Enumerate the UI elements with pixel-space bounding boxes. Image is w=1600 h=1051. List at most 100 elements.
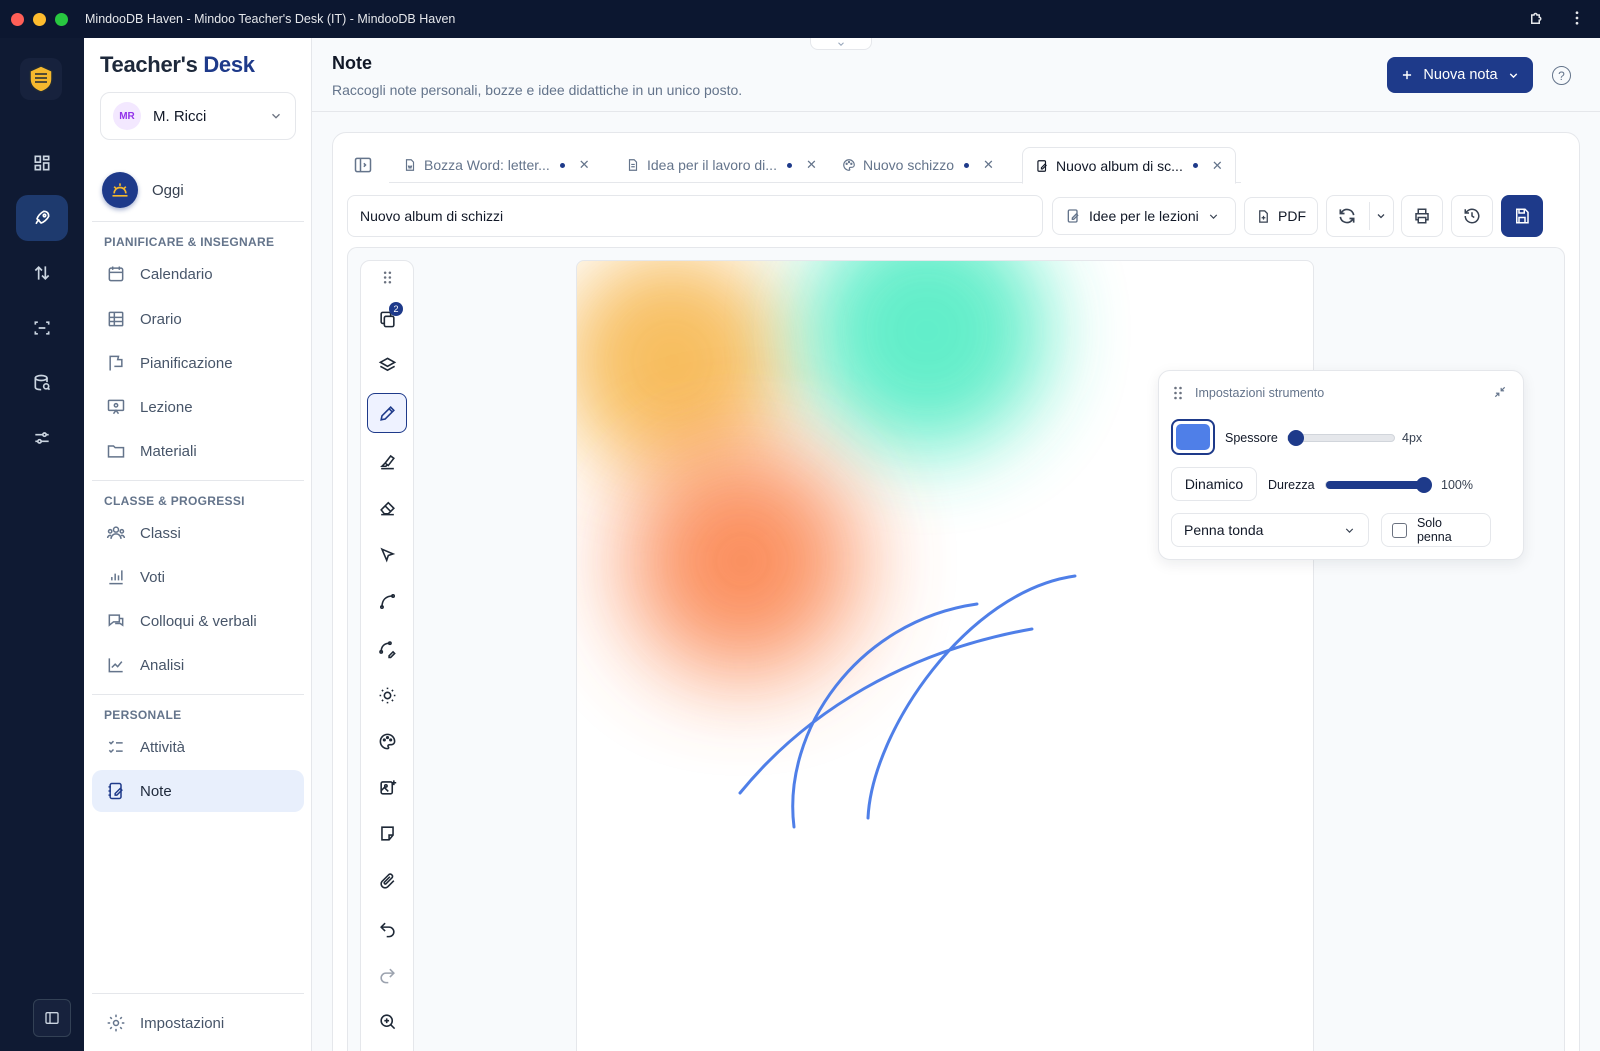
color-swatch[interactable]: [1171, 419, 1215, 455]
rail-settings[interactable]: [16, 415, 68, 461]
app-logo[interactable]: [20, 58, 62, 100]
nav-orario[interactable]: Orario: [92, 298, 304, 340]
note-title-input[interactable]: Nuovo album di schizzi: [347, 195, 1043, 237]
tab-nuovo-schizzo[interactable]: Nuovo schizzo ✕: [830, 147, 1006, 183]
minimize-icon[interactable]: [1493, 385, 1507, 404]
document-lines-icon: [628, 159, 638, 171]
toggle-panel-icon[interactable]: [353, 155, 373, 180]
hardness-slider[interactable]: [1325, 477, 1432, 493]
chevron-down-icon: [1345, 527, 1354, 533]
palette-icon: [843, 159, 855, 171]
rail-scan[interactable]: [16, 305, 68, 351]
close-tab-icon[interactable]: ✕: [806, 157, 817, 173]
nav-analisi[interactable]: Analisi: [92, 644, 304, 686]
printer-icon: [1415, 208, 1429, 224]
sticky-note-icon: [380, 825, 394, 841]
sliders-icon: [35, 432, 49, 444]
nav-note[interactable]: Note: [92, 770, 304, 812]
nav-pianificazione[interactable]: Pianificazione: [92, 342, 304, 384]
chevron-down-icon: [838, 41, 844, 46]
chevron-down-icon: [1209, 213, 1217, 219]
panel-left-icon: [45, 1012, 59, 1024]
image-tool[interactable]: [367, 767, 407, 807]
pen-type-select[interactable]: Penna tonda: [1171, 513, 1369, 547]
redo-button[interactable]: [367, 955, 407, 995]
curve-edit-icon: [378, 640, 396, 658]
nav-materiali[interactable]: Materiali: [92, 430, 304, 472]
presentation-icon: [107, 399, 125, 415]
print-button[interactable]: [1401, 195, 1443, 237]
chevron-down-icon: [1509, 72, 1517, 78]
close-tab-icon[interactable]: ✕: [579, 157, 590, 173]
nav-voti[interactable]: Voti: [92, 556, 304, 598]
zoom-in-icon: [379, 1013, 395, 1029]
nav-classi[interactable]: Classi: [92, 512, 304, 554]
nav-colloqui[interactable]: Colloqui & verbali: [92, 600, 304, 642]
nav-calendario[interactable]: Calendario: [92, 253, 304, 295]
curve-tool[interactable]: [367, 581, 407, 621]
user-name: M. Ricci: [153, 107, 207, 125]
drag-handle-icon[interactable]: [367, 263, 407, 291]
sticky-note-tool[interactable]: [367, 813, 407, 853]
rail-teacher-desk[interactable]: [16, 195, 68, 241]
section-plan: PIANIFICARE & INSEGNARE: [104, 235, 275, 249]
history-button[interactable]: [1451, 195, 1493, 237]
help-icon[interactable]: ?: [1552, 66, 1571, 85]
avatar: MR: [113, 102, 141, 130]
new-note-button[interactable]: Nuova nota: [1387, 57, 1533, 93]
pen-tool[interactable]: [367, 393, 407, 433]
slider-thumb[interactable]: [1288, 430, 1304, 446]
palette-icon: [379, 733, 395, 749]
notebook-pen-icon: [108, 782, 123, 800]
rail-dashboard[interactable]: [16, 140, 68, 186]
app-rail: [0, 38, 84, 1051]
close-tab-icon[interactable]: ✕: [983, 157, 994, 173]
zoom-in-button[interactable]: [367, 1001, 407, 1041]
highlighter-tool[interactable]: [367, 441, 407, 481]
color-tool[interactable]: [367, 721, 407, 761]
minimize-window-button[interactable]: [33, 12, 46, 26]
save-button[interactable]: [1501, 195, 1543, 237]
pull-down-handle[interactable]: [810, 38, 872, 50]
user-switcher[interactable]: MR M. Ricci: [100, 92, 296, 140]
dynamic-button[interactable]: Dinamico: [1171, 467, 1257, 501]
sunrise-icon: [102, 172, 138, 208]
folder-select[interactable]: Idee per le lezioni: [1052, 197, 1236, 235]
chat-icon: [108, 614, 124, 627]
chevron-down-icon: [1377, 214, 1385, 219]
pen-only-checkbox[interactable]: Solo penna: [1381, 513, 1491, 547]
file-plus-icon: [1259, 209, 1268, 223]
attachment-tool[interactable]: [367, 861, 407, 901]
more-menu-icon[interactable]: [1568, 9, 1586, 32]
sync-split-button[interactable]: [1326, 195, 1394, 237]
rail-sync[interactable]: [16, 250, 68, 296]
tab-bozza-word[interactable]: Bozza Word: letter... ✕: [391, 147, 602, 183]
rail-database[interactable]: [16, 360, 68, 406]
thickness-slider[interactable]: [1287, 430, 1395, 446]
undo-button[interactable]: [367, 909, 407, 949]
collapse-rail-button[interactable]: [33, 999, 71, 1037]
tab-idea-lavoro[interactable]: Idea per il lavoro di... ✕: [614, 147, 829, 183]
extensions-icon[interactable]: [1528, 9, 1546, 32]
close-window-button[interactable]: [11, 12, 24, 26]
pdf-button[interactable]: PDF: [1244, 197, 1318, 235]
arrows-up-down-icon: [34, 265, 50, 281]
tab-nuovo-album[interactable]: Nuovo album di sc... ✕: [1022, 147, 1236, 184]
maximize-window-button[interactable]: [55, 12, 68, 26]
tool-settings-panel: Impostazioni strumento Spessore 4px Dina…: [1158, 370, 1524, 560]
pages-tool[interactable]: 2: [367, 299, 407, 339]
nav-lezione[interactable]: Lezione: [92, 386, 304, 428]
layers-tool[interactable]: [367, 345, 407, 385]
slider-thumb[interactable]: [1416, 477, 1432, 493]
nav-attivita[interactable]: Attività: [92, 726, 304, 768]
hardness-value: 100%: [1441, 478, 1473, 492]
nav-impostazioni[interactable]: Impostazioni: [92, 1002, 304, 1044]
select-tool[interactable]: [367, 535, 407, 575]
curve-edit-tool[interactable]: [367, 629, 407, 669]
nav-today[interactable]: Oggi: [102, 172, 184, 208]
close-tab-icon[interactable]: ✕: [1212, 158, 1223, 174]
scan-icon: [34, 321, 50, 335]
eraser-tool[interactable]: [367, 487, 407, 527]
document-icon: [405, 159, 415, 171]
brightness-tool[interactable]: [367, 675, 407, 715]
